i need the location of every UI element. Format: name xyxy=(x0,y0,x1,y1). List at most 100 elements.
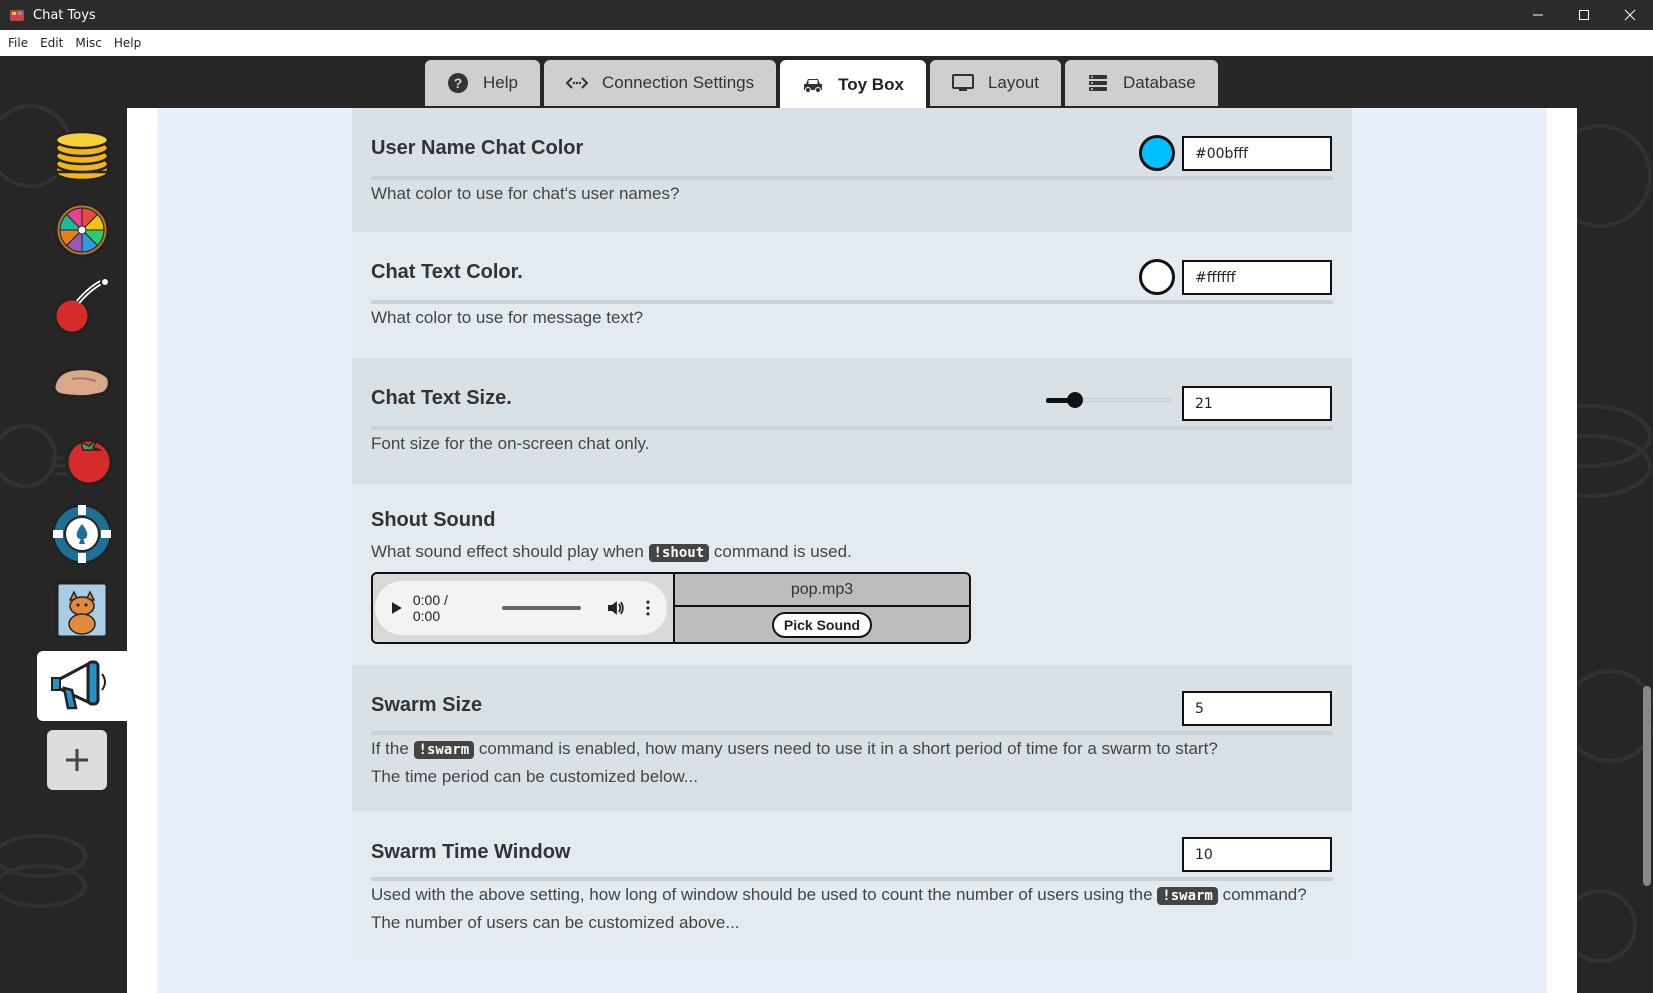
close-icon xyxy=(1624,9,1636,21)
sound-file-name: pop.mp3 xyxy=(675,574,969,607)
pick-sound-area: Pick Sound xyxy=(675,607,969,642)
minimize-button[interactable] xyxy=(1515,0,1561,30)
sidebar-item-coins[interactable] xyxy=(37,116,127,192)
title-bar: Chat Toys xyxy=(0,0,1653,30)
command-badge: !shout xyxy=(648,544,710,562)
menu-edit[interactable]: Edit xyxy=(34,30,69,56)
color-swatch[interactable] xyxy=(1139,259,1175,295)
code-arrows-icon xyxy=(565,72,588,94)
cat-card-icon xyxy=(55,581,109,639)
volume-icon[interactable] xyxy=(607,600,625,616)
chat-text-size-input[interactable]: 21 xyxy=(1182,386,1332,421)
database-icon xyxy=(1087,72,1109,94)
setting-description-line2: The time period can be customized below.… xyxy=(371,767,698,786)
setting-description: Used with the above setting, how long of… xyxy=(371,881,1307,910)
more-options-icon[interactable] xyxy=(645,600,651,616)
poker-chip-icon xyxy=(51,503,113,565)
command-badge: !swarm xyxy=(1157,887,1218,905)
svg-text:?: ? xyxy=(454,75,463,91)
sidebar-item-hand[interactable] xyxy=(37,344,127,420)
scrollbar[interactable] xyxy=(1641,108,1653,993)
desc-text: What sound effect should play when xyxy=(371,542,644,561)
sidebar-item-cherry[interactable] xyxy=(37,268,127,344)
maximize-button[interactable] xyxy=(1561,0,1607,30)
tomato-icon xyxy=(51,438,113,486)
setting-swarm-size: Swarm Size 5 If the !swarm command is en… xyxy=(352,665,1352,811)
audio-controls: 0:00 / 0:00 xyxy=(375,581,667,635)
tab-database[interactable]: Database xyxy=(1064,60,1218,106)
desc-text: command? xyxy=(1222,885,1307,904)
desc-text: If the xyxy=(371,739,409,758)
chat-text-color-input[interactable]: #ffffff xyxy=(1182,260,1332,295)
sidebar-item-tomato[interactable] xyxy=(37,420,127,496)
megaphone-icon xyxy=(51,660,106,710)
window-controls xyxy=(1515,0,1653,30)
hand-icon xyxy=(52,367,111,399)
tab-connection-settings-label: Connection Settings xyxy=(601,73,755,92)
tab-toy-box-label: Toy Box xyxy=(838,75,904,94)
tab-help-label: Help xyxy=(483,73,518,92)
sidebar-item-poker-chip[interactable] xyxy=(37,496,127,572)
setting-description: If the !swarm command is enabled, how ma… xyxy=(371,735,1218,764)
car-icon xyxy=(802,74,824,96)
setting-title: Swarm Time Window xyxy=(371,841,571,863)
desc-text: command is used. xyxy=(713,542,852,561)
coin-stack-icon xyxy=(54,130,110,182)
sidebar-item-wheel[interactable] xyxy=(37,192,127,268)
plus-icon xyxy=(66,749,88,771)
tab-help[interactable]: ? Help xyxy=(425,60,540,106)
tab-layout[interactable]: Layout xyxy=(929,60,1061,106)
setting-chat-text-size: Chat Text Size. 21 Font size for the on-… xyxy=(352,358,1352,484)
close-button[interactable] xyxy=(1607,0,1653,30)
tab-toy-box[interactable]: Toy Box xyxy=(780,60,926,110)
setting-chat-text-color: Chat Text Color. #ffffff What color to u… xyxy=(352,232,1352,358)
content-inner: User Name Chat Color #00bfff What color … xyxy=(157,108,1547,993)
desc-text: command is enabled, how many users need … xyxy=(478,739,1218,758)
prize-wheel-icon xyxy=(54,202,110,258)
play-icon[interactable] xyxy=(391,601,403,615)
audio-progress-bar[interactable] xyxy=(502,606,582,610)
setting-title: Swarm Size xyxy=(371,694,483,716)
tab-bar: ? Help Connection Settings Toy Box Layou… xyxy=(425,60,1218,110)
tab-database-label: Database xyxy=(1122,73,1196,92)
setting-description: What color to use for message text? xyxy=(371,308,644,327)
swarm-size-input[interactable]: 5 xyxy=(1182,691,1332,726)
sound-picker: 0:00 / 0:00 pop.mp3 Pick Sound xyxy=(371,572,971,644)
tab-connection-settings[interactable]: Connection Settings xyxy=(543,60,777,106)
setting-user-name-color: User Name Chat Color #00bfff What color … xyxy=(352,108,1352,232)
content-panel: User Name Chat Color #00bfff What color … xyxy=(127,108,1577,993)
menu-file[interactable]: File xyxy=(0,30,34,56)
menu-bar: File Edit Misc Help xyxy=(0,30,1653,56)
setting-description: What color to use for chat's user names? xyxy=(371,184,680,203)
desc-text: Used with the above setting, how long of… xyxy=(371,885,1153,904)
sidebar-item-cat[interactable] xyxy=(37,572,127,648)
user-name-color-input[interactable]: #00bfff xyxy=(1182,136,1332,171)
minimize-icon xyxy=(1533,14,1543,16)
text-size-slider[interactable] xyxy=(1046,390,1172,410)
color-swatch[interactable] xyxy=(1139,135,1175,171)
pick-sound-button[interactable]: Pick Sound xyxy=(771,611,873,638)
sidebar-item-megaphone[interactable] xyxy=(37,651,127,721)
command-badge: !swarm xyxy=(413,741,475,759)
slider-handle[interactable] xyxy=(1066,392,1083,408)
setting-description-line2: The number of users can be customized ab… xyxy=(371,913,740,932)
sound-file-panel: pop.mp3 Pick Sound xyxy=(673,574,969,642)
scrollbar-thumb[interactable] xyxy=(1643,686,1651,886)
add-toy-button[interactable] xyxy=(47,730,107,790)
app-icon xyxy=(9,7,25,23)
audio-player: 0:00 / 0:00 xyxy=(373,574,673,642)
settings-list: User Name Chat Color #00bfff What color … xyxy=(352,108,1352,961)
setting-title: User Name Chat Color xyxy=(371,137,584,159)
setting-title: Chat Text Size. xyxy=(371,387,512,409)
cherry-bomb-icon xyxy=(53,277,110,335)
question-circle-icon: ? xyxy=(447,72,469,94)
swarm-time-input[interactable]: 10 xyxy=(1182,837,1332,872)
setting-title: Chat Text Color. xyxy=(371,261,523,283)
menu-misc[interactable]: Misc xyxy=(69,30,108,56)
setting-swarm-time-window: Swarm Time Window 10 Used with the above… xyxy=(352,811,1352,961)
audio-time: 0:00 / 0:00 xyxy=(412,592,448,624)
window-title: Chat Toys xyxy=(33,7,96,23)
menu-help[interactable]: Help xyxy=(108,30,147,56)
setting-description: What sound effect should play when !shou… xyxy=(371,538,852,567)
maximize-icon xyxy=(1579,10,1589,20)
